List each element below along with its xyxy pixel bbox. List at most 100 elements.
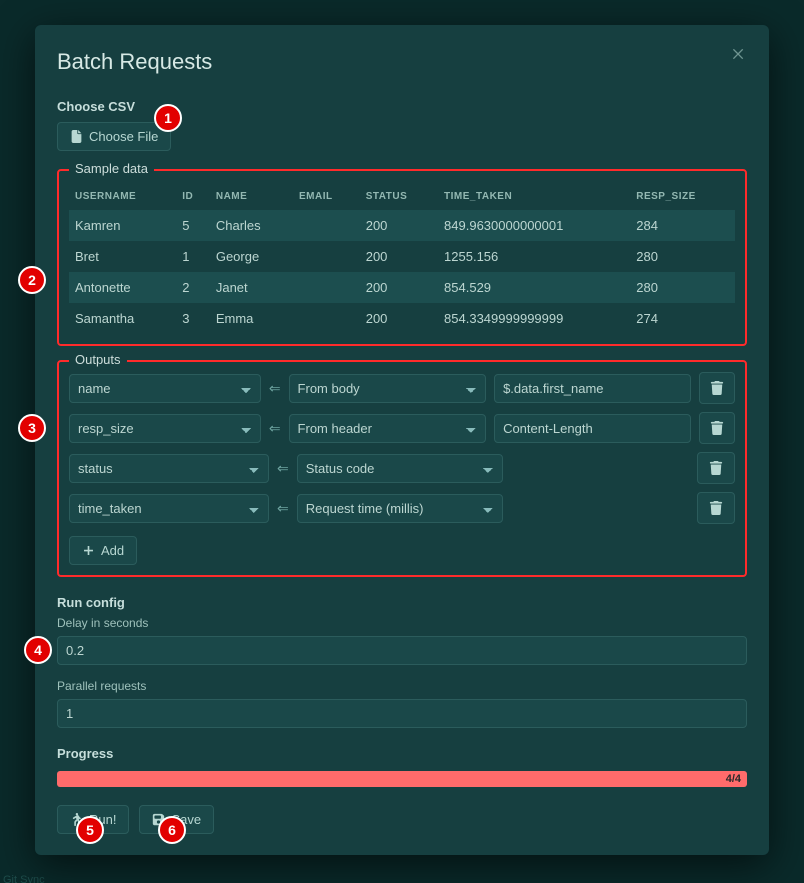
arrow-icon: ⇐ — [269, 380, 281, 397]
cell-email — [293, 210, 360, 241]
output-source-select[interactable]: From body — [289, 374, 487, 403]
table-row: Kamren5Charles 200849.9630000000001284 — [69, 210, 735, 241]
delete-output-button[interactable] — [697, 452, 735, 484]
output-path-input[interactable] — [494, 414, 691, 443]
bg-git-sync: Git Sync — [3, 874, 45, 883]
sample-data-fieldset: Sample data USERNAME ID NAME EMAIL STATU… — [57, 169, 747, 346]
plus-icon — [82, 544, 95, 557]
progress-bar: 4/4 — [57, 771, 747, 787]
col-status: STATUS — [360, 181, 438, 210]
run-button-label: Run! — [89, 812, 116, 827]
cell-name: Charles — [210, 210, 293, 241]
cell-resp_size: 280 — [630, 241, 735, 272]
arrow-icon: ⇐ — [277, 460, 289, 477]
cell-time_taken: 1255.156 — [438, 241, 630, 272]
col-id: ID — [176, 181, 210, 210]
batch-requests-modal: Batch Requests Choose CSV Choose File Sa… — [35, 25, 769, 855]
cell-username: Kamren — [69, 210, 176, 241]
cell-status: 200 — [360, 303, 438, 334]
arrow-icon: ⇐ — [277, 500, 289, 517]
output-row: time_taken ⇐ Request time (millis) — [69, 492, 735, 524]
cell-status: 200 — [360, 272, 438, 303]
delay-label: Delay in seconds — [57, 616, 747, 630]
cell-email — [293, 241, 360, 272]
outputs-legend: Outputs — [69, 352, 127, 367]
col-time-taken: TIME_TAKEN — [438, 181, 630, 210]
trash-icon — [710, 421, 724, 435]
sample-data-table: USERNAME ID NAME EMAIL STATUS TIME_TAKEN… — [69, 181, 735, 334]
output-name-select[interactable]: name — [69, 374, 261, 403]
cell-status: 200 — [360, 241, 438, 272]
col-name: NAME — [210, 181, 293, 210]
cell-email — [293, 272, 360, 303]
cell-username: Antonette — [69, 272, 176, 303]
sample-data-legend: Sample data — [69, 161, 154, 176]
cell-email — [293, 303, 360, 334]
output-source-select[interactable]: Status code — [297, 454, 503, 483]
save-icon — [152, 813, 165, 826]
output-row: resp_size ⇐ From header — [69, 412, 735, 444]
parallel-input[interactable] — [57, 699, 747, 728]
delete-output-button[interactable] — [697, 492, 735, 524]
modal-title: Batch Requests — [57, 49, 747, 75]
output-path-input[interactable] — [494, 374, 691, 403]
trash-icon — [710, 381, 724, 395]
progress-fill — [57, 771, 747, 787]
run-button[interactable]: Run! — [57, 805, 129, 834]
arrow-icon: ⇐ — [269, 420, 281, 437]
choose-csv-label: Choose CSV — [57, 99, 747, 114]
add-output-button[interactable]: Add — [69, 536, 137, 565]
table-row: Antonette2Janet 200854.529280 — [69, 272, 735, 303]
delete-output-button[interactable] — [699, 372, 735, 404]
cell-time_taken: 849.9630000000001 — [438, 210, 630, 241]
cell-id: 3 — [176, 303, 210, 334]
output-source-select[interactable]: Request time (millis) — [297, 494, 503, 523]
table-header-row: USERNAME ID NAME EMAIL STATUS TIME_TAKEN… — [69, 181, 735, 210]
close-button[interactable] — [731, 45, 747, 68]
output-name-select[interactable]: status — [69, 454, 269, 483]
cell-resp_size: 274 — [630, 303, 735, 334]
outputs-fieldset: Outputs name⇐From bodyresp_size⇐From hea… — [57, 360, 747, 577]
col-username: USERNAME — [69, 181, 176, 210]
cell-resp_size: 284 — [630, 210, 735, 241]
output-name-select[interactable]: time_taken — [69, 494, 269, 523]
cell-id: 1 — [176, 241, 210, 272]
cell-time_taken: 854.529 — [438, 272, 630, 303]
cell-id: 5 — [176, 210, 210, 241]
progress-section: Progress 4/4 — [57, 746, 747, 787]
trash-icon — [709, 461, 723, 475]
cell-id: 2 — [176, 272, 210, 303]
output-row: name ⇐ From body — [69, 372, 735, 404]
col-resp-size: RESP_SIZE — [630, 181, 735, 210]
progress-label: Progress — [57, 746, 747, 761]
delay-input[interactable] — [57, 636, 747, 665]
parallel-label: Parallel requests — [57, 679, 747, 693]
choose-file-button[interactable]: Choose File — [57, 122, 171, 151]
cell-status: 200 — [360, 210, 438, 241]
cell-username: Samantha — [69, 303, 176, 334]
add-output-label: Add — [101, 543, 124, 558]
cell-username: Bret — [69, 241, 176, 272]
choose-file-label: Choose File — [89, 129, 158, 144]
output-row: status ⇐ Status code — [69, 452, 735, 484]
trash-icon — [709, 501, 723, 515]
progress-text: 4/4 — [726, 771, 741, 787]
close-icon — [731, 46, 747, 62]
footer-buttons: Run! Save — [57, 805, 747, 834]
output-name-select[interactable]: resp_size — [69, 414, 261, 443]
table-row: Samantha3Emma200854.3349999999999274 — [69, 303, 735, 334]
run-config-legend: Run config — [57, 595, 747, 610]
delete-output-button[interactable] — [699, 412, 735, 444]
run-config-section: Run config Delay in seconds Parallel req… — [57, 595, 747, 728]
file-icon — [70, 130, 83, 143]
save-button[interactable]: Save — [139, 805, 214, 834]
cell-name: Janet — [210, 272, 293, 303]
running-icon — [70, 813, 83, 826]
cell-name: George — [210, 241, 293, 272]
table-row: Bret1George 2001255.156280 — [69, 241, 735, 272]
cell-name: Emma — [210, 303, 293, 334]
col-email: EMAIL — [293, 181, 360, 210]
output-source-select[interactable]: From header — [289, 414, 487, 443]
save-button-label: Save — [171, 812, 201, 827]
cell-resp_size: 280 — [630, 272, 735, 303]
